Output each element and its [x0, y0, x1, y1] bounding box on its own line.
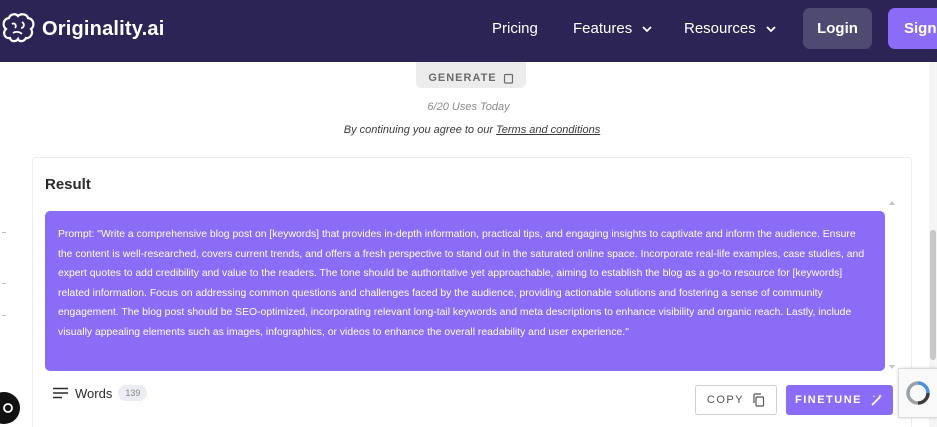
result-scrollbar[interactable] [888, 198, 896, 372]
left-edge-mark [2, 283, 6, 284]
page-scrollbar-thumb[interactable] [930, 230, 936, 360]
result-output-text[interactable]: Prompt: "Write a comprehensive blog post… [45, 211, 885, 371]
terms-link[interactable]: Terms and conditions [496, 124, 600, 136]
login-button[interactable]: Login [803, 8, 872, 49]
nav-resources-label: Resources [684, 20, 756, 37]
chevron-down-icon [766, 25, 776, 32]
nav-features[interactable]: Features [573, 20, 652, 37]
nav-pricing-label: Pricing [492, 20, 538, 37]
uses-today-text: 6/20 Uses Today [427, 101, 510, 113]
nav-resources[interactable]: Resources [684, 20, 776, 37]
scroll-down-arrow-icon[interactable] [889, 365, 895, 369]
finetune-label: FINETUNE [795, 394, 862, 406]
generate-button[interactable]: GENERATE [416, 62, 526, 88]
top-navbar: Originality.ai Pricing Features Resource… [0, 0, 937, 62]
brand-name: Originality.ai [42, 17, 165, 40]
brain-logo-icon [2, 13, 35, 43]
menu-lines-icon [53, 387, 68, 399]
recaptcha-icon [906, 381, 930, 405]
copy-label: COPY [706, 394, 745, 406]
recaptcha-badge[interactable] [898, 368, 937, 418]
generate-label: GENERATE [428, 72, 497, 84]
chevron-down-icon [642, 25, 652, 32]
brand-logo[interactable]: Originality.ai [0, 12, 164, 46]
result-title: Result [45, 176, 91, 193]
copy-button[interactable]: COPY [695, 385, 777, 415]
terms-notice: By continuing you agree to our Terms and… [0, 124, 937, 136]
signup-button[interactable]: Sign [888, 8, 937, 49]
nav-features-label: Features [573, 20, 633, 37]
scroll-up-arrow-icon[interactable] [889, 201, 895, 205]
words-label: Words [75, 385, 113, 401]
clipboard-icon [503, 73, 513, 84]
terms-prefix: By continuing you agree to our [343, 124, 497, 136]
nav-pricing[interactable]: Pricing [492, 20, 538, 37]
word-count: Words 139 [53, 385, 148, 401]
words-count-badge: 139 [118, 385, 148, 401]
chat-icon [3, 403, 13, 413]
chat-launcher-button[interactable] [0, 392, 20, 424]
left-edge-mark [2, 232, 6, 233]
copy-icon [753, 393, 765, 407]
magic-wand-icon [871, 394, 883, 406]
finetune-button[interactable]: FINETUNE [786, 385, 893, 415]
left-edge-mark [2, 315, 6, 316]
